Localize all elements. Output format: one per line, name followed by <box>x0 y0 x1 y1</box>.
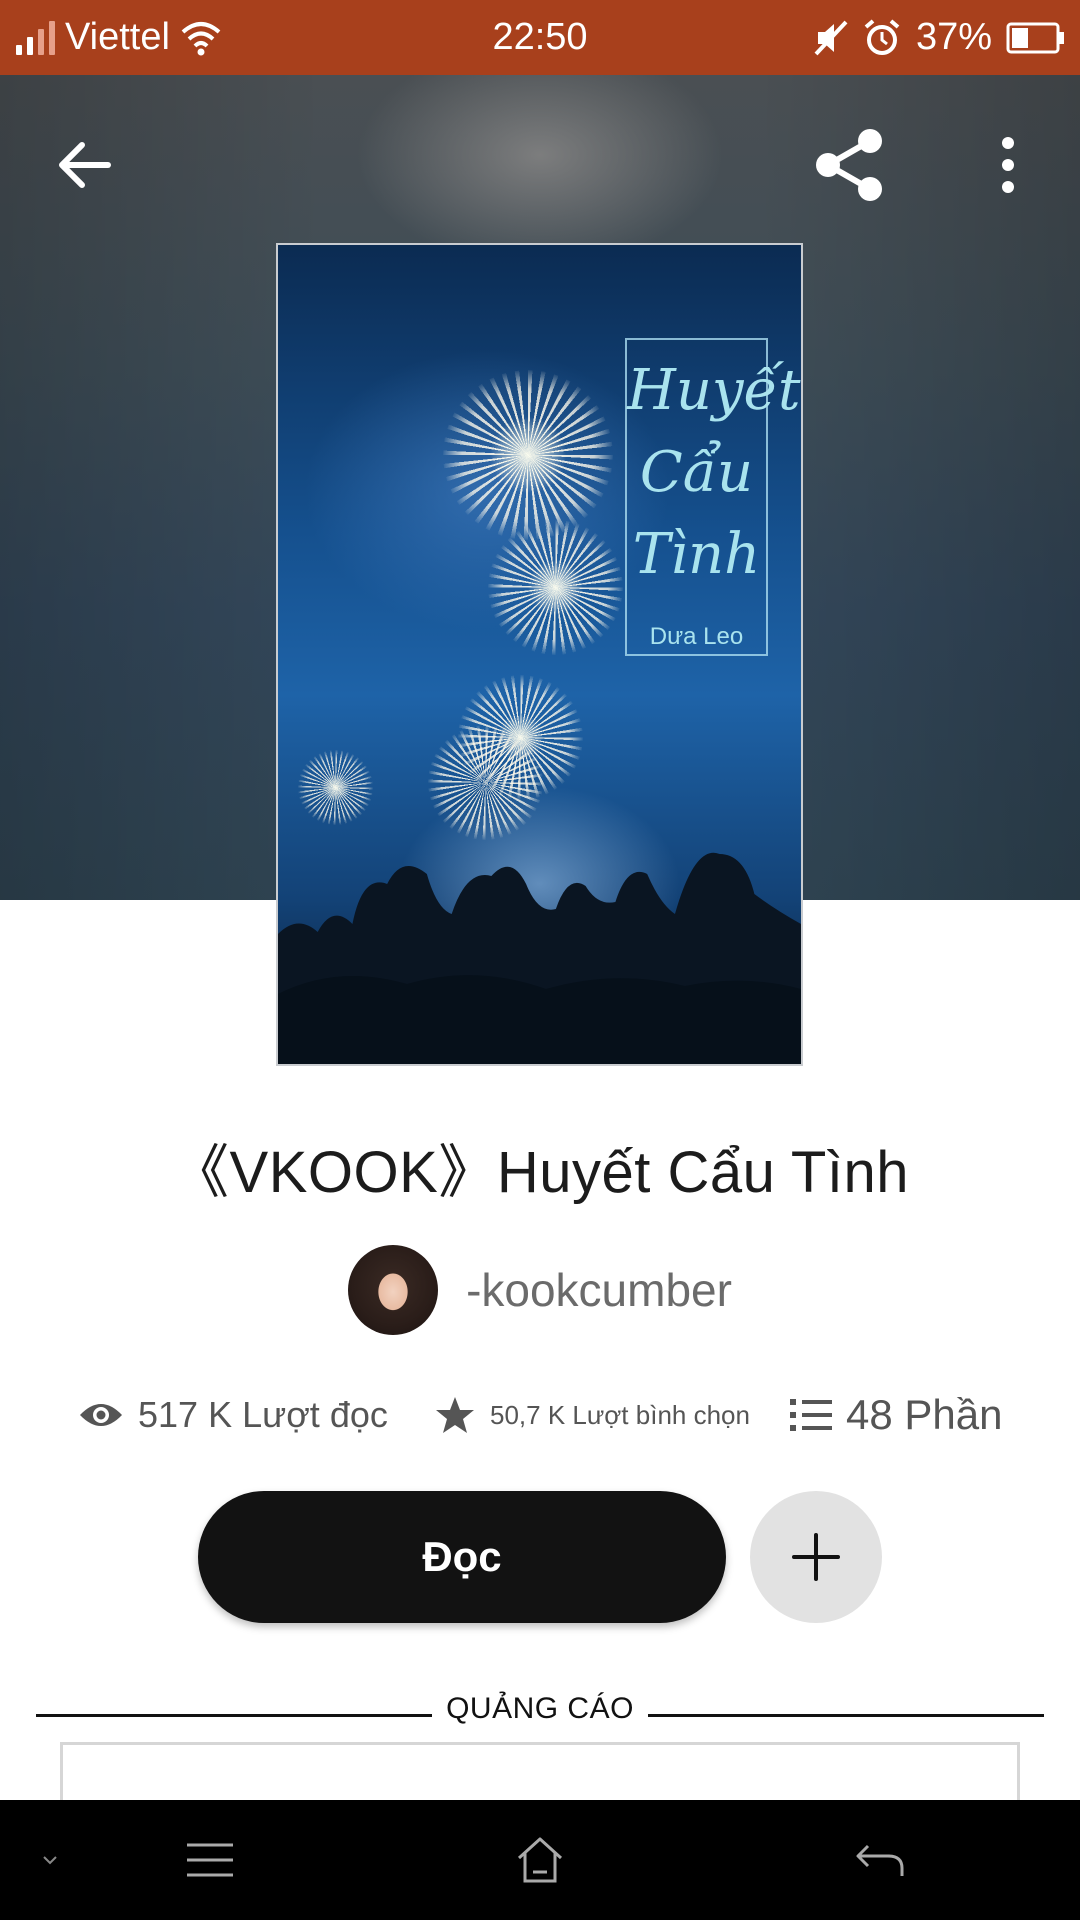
battery-percent: 37% <box>915 16 992 58</box>
system-nav-bar <box>0 1800 1080 1920</box>
book-cover[interactable]: Huyết Cẩu Tình Dưa Leo <box>276 243 803 1066</box>
votes-stat: 50,7 K Lượt bình chọn <box>434 1385 750 1445</box>
signal-icon <box>16 20 55 55</box>
add-to-library-button[interactable] <box>750 1491 882 1623</box>
nav-menu-button[interactable] <box>170 1820 250 1900</box>
back-arrow-icon <box>59 142 111 188</box>
author-row[interactable]: -kookcumber <box>0 1245 1080 1335</box>
reads-count: 517 K Lượt đọc <box>138 1394 388 1435</box>
share-button[interactable] <box>800 115 900 215</box>
nav-home-button[interactable] <box>500 1820 580 1900</box>
menu-icon <box>187 1843 233 1877</box>
plus-icon <box>792 1533 840 1581</box>
author-name[interactable]: -kookcumber <box>466 1263 732 1317</box>
read-button-label: Đọc <box>422 1533 502 1580</box>
home-icon <box>517 1837 563 1883</box>
wifi-icon <box>181 21 221 55</box>
read-button[interactable]: Đọc <box>198 1491 726 1623</box>
nav-collapse-button[interactable] <box>20 1820 80 1900</box>
cover-title-line2: Cẩu <box>639 440 754 505</box>
share-icon <box>816 129 882 201</box>
star-icon <box>436 1397 474 1433</box>
back-icon <box>856 1844 904 1876</box>
parts-stat[interactable]: 48 Phần <box>790 1385 1002 1445</box>
nav-back-button[interactable] <box>835 1820 925 1900</box>
book-title: 《VKOOK》Huyết Cẩu Tình <box>171 1140 909 1205</box>
cover-title-line1: Huyết <box>627 358 801 423</box>
ad-label: QUẢNG CÁO <box>446 1692 634 1725</box>
list-icon <box>790 1399 832 1431</box>
crowd-silhouette <box>278 852 801 1064</box>
cover-title-line3: Tình <box>632 522 761 587</box>
status-bar: Viettel 22:50 37% <box>0 0 1080 75</box>
votes-count: 50,7 K Lượt bình chọn <box>490 1399 750 1430</box>
cover-title-box: Huyết Cẩu Tình Dưa Leo <box>625 338 801 656</box>
back-button[interactable] <box>34 115 134 215</box>
cover-author: Dưa Leo <box>649 623 744 650</box>
more-options-button[interactable] <box>958 115 1058 215</box>
alarm-icon <box>864 18 900 55</box>
ad-container[interactable] <box>60 1742 1020 1802</box>
parts-count: 48 Phần <box>846 1391 1003 1438</box>
more-vertical-icon <box>1002 137 1014 193</box>
clock: 22:50 <box>492 16 588 58</box>
battery-icon <box>1006 22 1064 53</box>
chevron-down-icon <box>43 1856 57 1865</box>
carrier-name: Viettel <box>65 16 170 58</box>
avatar[interactable] <box>348 1245 439 1335</box>
reads-stat: 517 K Lượt đọc <box>78 1385 388 1445</box>
mute-icon <box>814 20 848 55</box>
eye-icon <box>80 1404 122 1426</box>
